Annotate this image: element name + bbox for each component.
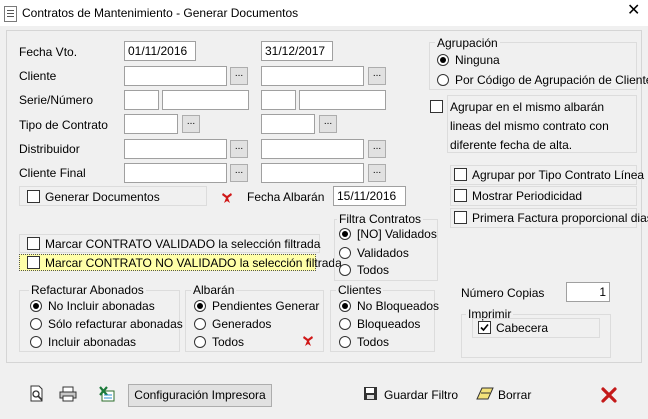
refacturar-incluir-label: Incluir abonadas <box>48 335 137 349</box>
cliente-hasta-input[interactable] <box>261 66 364 86</box>
fecha-hasta-input[interactable]: 31/12/2017 <box>261 41 333 61</box>
numero-desde-input[interactable] <box>162 90 249 110</box>
refacturar-solo-radio[interactable] <box>30 318 42 330</box>
albaran-generados-label: Generados <box>212 317 272 331</box>
cancel-icon[interactable] <box>601 387 617 403</box>
marcar-no-validado-label: Marcar CONTRATO NO VALIDADO la selección… <box>45 256 342 270</box>
mostrar-periodicidad-checkbox[interactable] <box>454 189 467 202</box>
cliente-final-hasta-input[interactable] <box>261 163 364 183</box>
filtra-validados-label: Validados <box>357 246 409 260</box>
check-mark-icon <box>480 323 489 332</box>
eraser-icon[interactable] <box>476 387 494 400</box>
agrupar-albaran-label: Agrupar en el mismo albarán lineas del m… <box>450 100 609 152</box>
primera-factura-checkbox[interactable] <box>454 211 467 224</box>
albaran-pendientes-label: Pendientes Generar <box>212 299 320 313</box>
cabecera-label: Cabecera <box>496 321 549 335</box>
clientes-no-bloqueados-radio[interactable] <box>339 300 351 312</box>
cliente-final-desde-lookup-button[interactable]: ... <box>230 164 248 182</box>
generar-documentos-checkbox[interactable] <box>27 190 40 203</box>
distribuidor-desde-input[interactable] <box>124 139 227 159</box>
filtra-todos-label: Todos <box>357 263 390 277</box>
fecha-desde-input[interactable]: 01/11/2016 <box>124 41 196 61</box>
agrupacion-ninguna-radio[interactable] <box>437 54 449 66</box>
distribuidor-label: Distribuidor <box>19 142 80 156</box>
serie-hasta-input[interactable] <box>261 90 296 110</box>
mostrar-periodicidad-label: Mostrar Periodicidad <box>472 189 583 203</box>
red-question-icon-albaran[interactable] <box>302 335 315 347</box>
albaran-title: Albarán <box>191 283 237 297</box>
fecha-vto-label: Fecha Vto. <box>19 45 78 59</box>
distribuidor-hasta-lookup-button[interactable]: ... <box>368 140 386 158</box>
fecha-albaran-label: Fecha Albarán <box>247 190 325 204</box>
tipo-desde-input[interactable] <box>124 114 178 134</box>
filtra-contratos-title: Filtra Contratos <box>337 212 424 226</box>
refacturar-solo-label: Sólo refacturar abonadas <box>48 317 183 331</box>
agrupacion-codigo-label: Por Código de Agrupación de Cliente <box>455 73 648 87</box>
agrupar-albaran-checkbox[interactable] <box>430 100 443 113</box>
clientes-no-bloqueados-label: No Bloqueados <box>357 299 440 313</box>
clientes-title: Clientes <box>336 283 384 297</box>
refacturar-incluir-radio[interactable] <box>30 336 42 348</box>
clientes-todos-label: Todos <box>357 335 390 349</box>
guardar-filtro-button[interactable]: Guardar Filtro <box>384 388 458 402</box>
albaran-generados-radio[interactable] <box>194 318 206 330</box>
primera-factura-label: Primera Factura proporcional dias <box>472 211 648 225</box>
cabecera-checkbox[interactable] <box>478 321 491 334</box>
agrupacion-title: Agrupación <box>435 36 500 50</box>
albaran-todos-label: Todos <box>212 335 245 349</box>
excel-export-icon[interactable] <box>98 385 116 403</box>
serie-desde-input[interactable] <box>124 90 159 110</box>
cliente-final-label: Cliente Final <box>19 166 86 180</box>
numero-hasta-input[interactable] <box>299 90 386 110</box>
albaran-todos-radio[interactable] <box>194 336 206 348</box>
refacturar-title: Refacturar Abonados <box>29 283 146 297</box>
numero-copias-label: Número Copias <box>461 286 545 300</box>
clientes-todos-radio[interactable] <box>339 336 351 348</box>
numero-copias-input[interactable]: 1 <box>566 282 610 302</box>
serie-label: Serie/Número <box>19 93 94 107</box>
clientes-bloqueados-label: Bloqueados <box>357 317 421 331</box>
app-document-icon <box>4 6 17 22</box>
tipo-hasta-input[interactable] <box>261 114 315 134</box>
marcar-validado-checkbox[interactable] <box>27 237 40 250</box>
tipo-hasta-lookup-button[interactable]: ... <box>319 115 337 133</box>
tipo-contrato-label: Tipo de Contrato <box>19 118 108 132</box>
agrupacion-codigo-radio[interactable] <box>437 74 449 86</box>
cliente-final-desde-input[interactable] <box>124 163 227 183</box>
refacturar-no-incluir-label: No Incluir abonadas <box>48 299 155 313</box>
albaran-pendientes-radio[interactable] <box>194 300 206 312</box>
printer-icon[interactable] <box>58 386 78 402</box>
filtra-todos-radio[interactable] <box>339 264 351 276</box>
generar-documentos-label: Generar Documentos <box>45 190 160 204</box>
tipo-desde-lookup-button[interactable]: ... <box>182 115 200 133</box>
window-title: Contratos de Mantenimiento - Generar Doc… <box>22 6 299 20</box>
filtra-no-validados-label: [NO] Validados <box>357 227 437 241</box>
save-icon[interactable] <box>363 386 378 401</box>
distribuidor-hasta-input[interactable] <box>261 139 364 159</box>
marcar-no-validado-checkbox[interactable] <box>27 256 40 269</box>
agrupar-tipo-checkbox[interactable] <box>454 168 467 181</box>
filtra-validados-radio[interactable] <box>339 247 351 259</box>
marcar-validado-label: Marcar CONTRATO VALIDADO la selección fi… <box>45 237 321 251</box>
red-question-icon[interactable] <box>221 192 234 204</box>
clientes-bloqueados-radio[interactable] <box>339 318 351 330</box>
refacturar-no-incluir-radio[interactable] <box>30 300 42 312</box>
cliente-final-hasta-lookup-button[interactable]: ... <box>368 164 386 182</box>
filtra-no-validados-radio[interactable] <box>339 228 351 240</box>
distribuidor-desde-lookup-button[interactable]: ... <box>230 140 248 158</box>
agrupacion-ninguna-label: Ninguna <box>455 53 500 67</box>
agrupar-tipo-label: Agrupar por Tipo Contrato Línea <box>472 168 645 182</box>
cliente-label: Cliente <box>19 69 57 83</box>
configuracion-impresora-button[interactable]: Configuración Impresora <box>128 384 272 407</box>
cliente-desde-lookup-button[interactable]: ... <box>230 67 248 85</box>
fecha-albaran-input[interactable]: 15/11/2016 <box>333 186 406 206</box>
cliente-hasta-lookup-button[interactable]: ... <box>368 67 386 85</box>
borrar-button[interactable]: Borrar <box>498 388 531 402</box>
close-icon[interactable]: ✕ <box>627 3 640 19</box>
print-preview-icon[interactable] <box>28 385 46 403</box>
cliente-desde-input[interactable] <box>124 66 227 86</box>
